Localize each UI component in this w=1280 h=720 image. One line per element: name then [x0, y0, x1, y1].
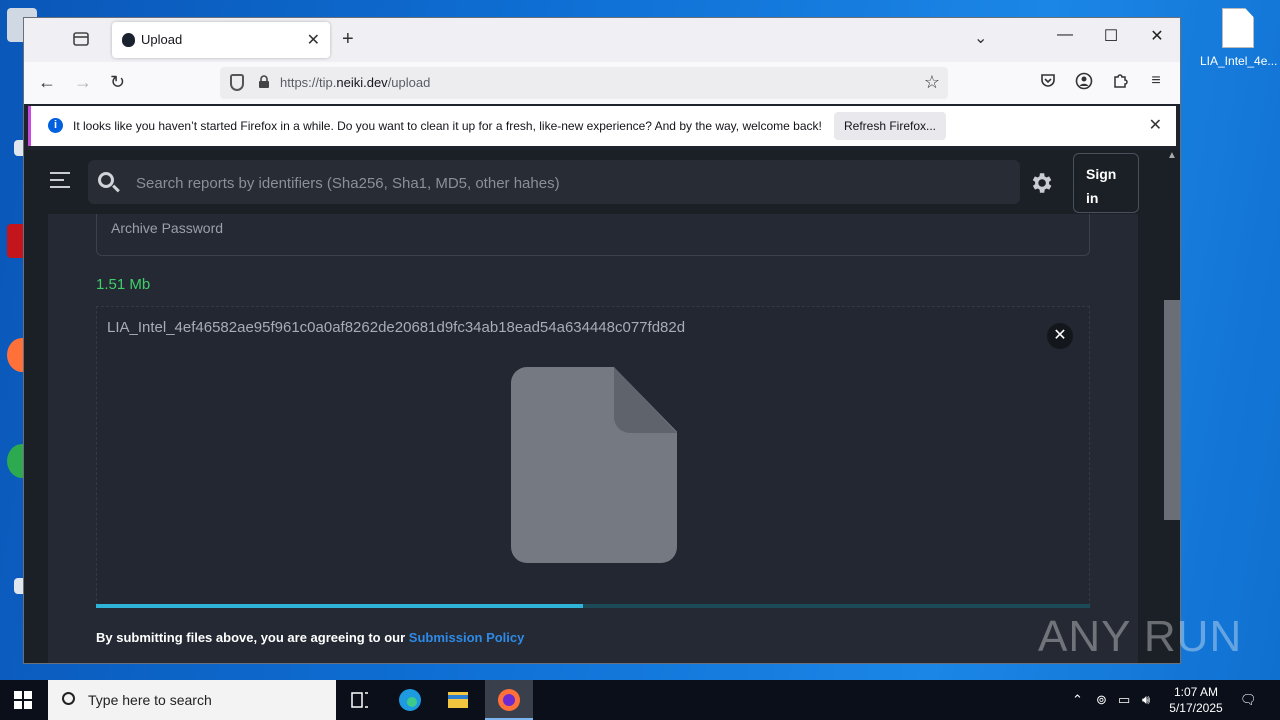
list-all-tabs-icon[interactable]: ⌄ — [974, 28, 987, 48]
file-icon — [1222, 8, 1254, 48]
show-hidden-icons-icon[interactable]: ⌃ — [1072, 692, 1083, 708]
upload-panel: Archive Password 1.51 Mb LIA_Intel_4ef46… — [48, 206, 1138, 663]
file-preview-icon — [511, 367, 677, 563]
refresh-firefox-button[interactable]: Refresh Firefox... — [834, 112, 946, 140]
task-view-icon[interactable] — [336, 680, 384, 720]
tab-bar: Upload ✕ + ⌄ — ☐ ✕ — [24, 18, 1180, 62]
clock-time: 1:07 AM — [1173, 685, 1219, 699]
lock-icon[interactable] — [258, 75, 270, 89]
extensions-icon[interactable] — [1110, 72, 1130, 92]
site-favicon-icon — [122, 33, 135, 47]
upload-progress-fill — [96, 604, 584, 608]
maximize-button[interactable]: ☐ — [1088, 26, 1134, 54]
file-size-label: 1.51 Mb — [96, 276, 151, 293]
hamburger-menu-icon[interactable] — [50, 172, 70, 188]
page-scrollbar[interactable]: ▲ — [1164, 150, 1180, 663]
url-bar[interactable]: https://tip.neiki.dev/upload ☆ — [220, 67, 948, 99]
close-notification-icon[interactable]: ✕ — [1149, 115, 1162, 135]
file-drop-zone[interactable]: LIA_Intel_4ef46582ae95f961c0a0af8262de20… — [96, 306, 1090, 606]
archive-password-label: Archive Password — [111, 220, 224, 236]
system-clock[interactable]: 1:07 AM 5/17/2025 — [1160, 684, 1232, 716]
firefox-window: Upload ✕ + ⌄ — ☐ ✕ ← → ↻ https://tip.nei… — [24, 18, 1180, 663]
search-icon — [98, 172, 114, 188]
reload-button[interactable]: ↻ — [110, 72, 125, 93]
taskbar-search-box[interactable]: Type here to search — [48, 680, 336, 720]
bookmark-star-icon[interactable]: ☆ — [924, 72, 940, 93]
pocket-icon[interactable] — [1038, 72, 1058, 92]
desktop: LIA_Intel_4e... Upload ✕ + ⌄ — ☐ ✕ ← → ↻ — [0, 0, 1280, 680]
desktop-file-lia-intel[interactable]: LIA_Intel_4e... — [1200, 8, 1278, 68]
close-tab-icon[interactable]: ✕ — [307, 30, 320, 50]
search-icon — [62, 692, 75, 705]
refresh-notification-bar: i It looks like you haven’t started Fire… — [28, 106, 1176, 146]
scrollbar-thumb[interactable] — [1164, 300, 1180, 520]
firefox-view-icon[interactable] — [72, 30, 94, 50]
tracking-protection-icon[interactable] — [230, 74, 244, 91]
nav-bar: ← → ↻ https://tip.neiki.dev/upload ☆ ≡ — [24, 62, 1180, 104]
edge-icon[interactable] — [386, 680, 434, 720]
report-search-box[interactable] — [88, 160, 1020, 204]
desktop-file-label: LIA_Intel_4e... — [1200, 54, 1278, 68]
volume-icon[interactable]: 🔊︎ — [1142, 692, 1150, 708]
firefox-taskbar-icon[interactable] — [485, 680, 533, 720]
search-input[interactable] — [136, 172, 996, 194]
tab-title: Upload — [141, 32, 183, 47]
taskbar: Type here to search ⌃ ⊚ ▭ 🔊︎ 1:07 AM 5/1… — [0, 680, 1280, 720]
taskbar-search-text: Type here to search — [88, 692, 212, 708]
back-button[interactable]: ← — [38, 72, 56, 93]
upload-progress-bar — [96, 604, 1090, 608]
minimize-button[interactable]: — — [1042, 26, 1088, 54]
scroll-up-arrow-icon[interactable]: ▲ — [1167, 150, 1177, 161]
notifications-icon[interactable]: 🗨︎ — [1240, 692, 1257, 708]
meet-now-icon[interactable]: ⊚ — [1096, 692, 1107, 708]
url-text: https://tip.neiki.dev/upload — [280, 75, 431, 90]
network-icon[interactable]: ▭ — [1118, 692, 1130, 708]
menu-icon[interactable]: ≡ — [1146, 72, 1166, 92]
close-window-button[interactable]: ✕ — [1134, 26, 1180, 54]
site-header: Sign in — [24, 150, 1164, 214]
sign-in-button[interactable]: Sign in — [1073, 153, 1139, 213]
submission-policy-notice: By submitting files above, you are agree… — [96, 630, 525, 645]
account-icon[interactable] — [1074, 72, 1094, 92]
forward-button[interactable]: → — [74, 72, 92, 93]
info-icon: i — [48, 118, 63, 133]
file-name: LIA_Intel_4ef46582ae95f961c0a0af8262de20… — [107, 319, 686, 336]
file-explorer-icon[interactable] — [434, 680, 482, 720]
gear-icon[interactable] — [1028, 170, 1054, 196]
new-tab-button[interactable]: + — [342, 28, 354, 51]
windows-start-icon[interactable] — [14, 691, 32, 709]
submission-policy-link[interactable]: Submission Policy — [409, 630, 525, 645]
notification-message: It looks like you haven’t started Firefo… — [73, 119, 822, 133]
web-page: Archive Password 1.51 Mb LIA_Intel_4ef46… — [24, 150, 1180, 663]
tab-upload[interactable]: Upload ✕ — [112, 22, 330, 58]
remove-file-button[interactable]: ✕ — [1047, 323, 1073, 349]
clock-date: 5/17/2025 — [1169, 701, 1223, 715]
anyrun-watermark: ANY RUN — [1038, 612, 1243, 661]
